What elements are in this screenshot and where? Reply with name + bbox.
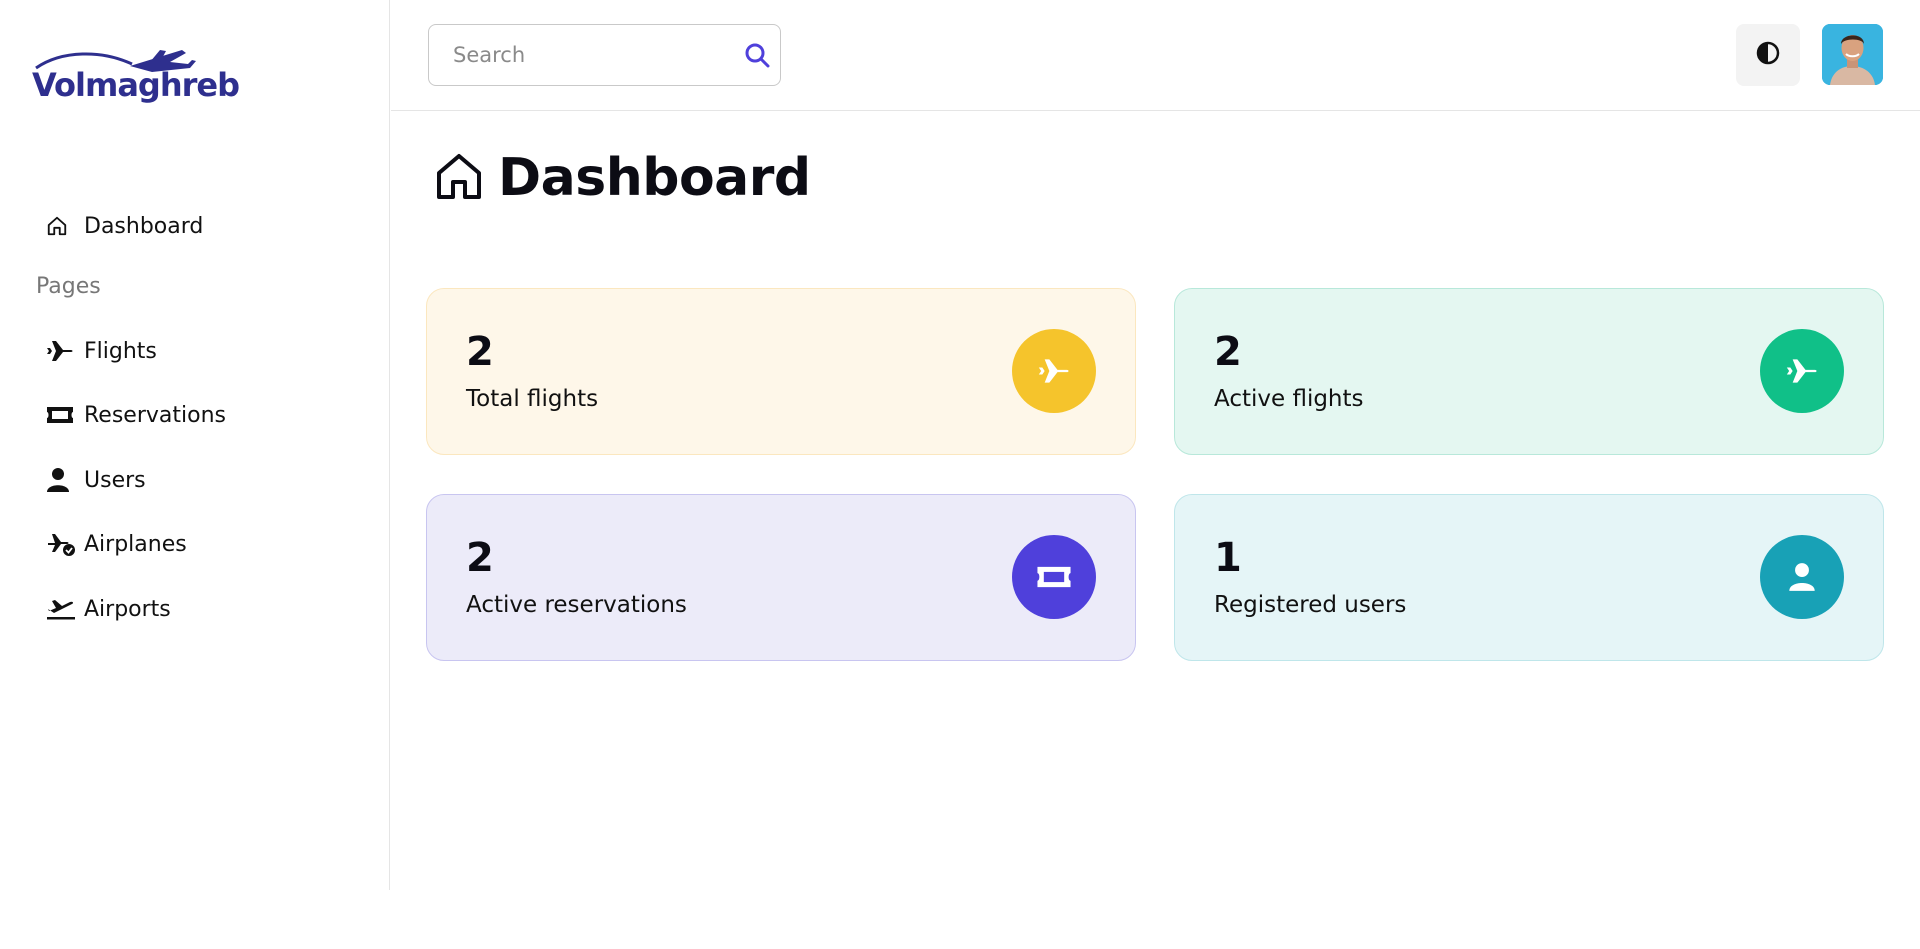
- page-title: Dashboard: [434, 148, 811, 208]
- sidebar-section-label: Pages: [36, 274, 101, 299]
- sidebar: Volmaghreb Dashboard Pages Flights Reser…: [0, 0, 390, 890]
- user-icon: [1760, 535, 1844, 619]
- sidebar-item-users[interactable]: Users: [46, 460, 146, 500]
- sidebar-item-airplanes[interactable]: Airplanes: [46, 524, 187, 564]
- stat-label: Active flights: [1214, 386, 1364, 412]
- stat-card-total-flights[interactable]: 2 Total flights: [426, 288, 1136, 455]
- avatar[interactable]: [1822, 24, 1883, 85]
- sidebar-item-label: Airplanes: [84, 531, 187, 557]
- sidebar-item-flights[interactable]: Flights: [46, 331, 157, 371]
- search-icon[interactable]: [744, 42, 770, 68]
- stat-value: 2: [466, 329, 494, 375]
- user-avatar-icon: [1822, 24, 1883, 85]
- sidebar-item-label: Airports: [84, 596, 171, 622]
- ticket-icon: [46, 402, 76, 428]
- plane-departure-icon: [46, 596, 76, 622]
- stat-value: 1: [1214, 535, 1242, 581]
- plane-icon: [1012, 329, 1096, 413]
- sidebar-item-label: Reservations: [84, 402, 226, 428]
- stat-card-registered-users[interactable]: 1 Registered users: [1174, 494, 1884, 661]
- user-icon: [46, 467, 76, 493]
- theme-toggle-button[interactable]: [1736, 24, 1800, 86]
- stat-card-active-reservations[interactable]: 2 Active reservations: [426, 494, 1136, 661]
- stat-value: 2: [466, 535, 494, 581]
- sidebar-item-airports[interactable]: Airports: [46, 589, 171, 629]
- sidebar-item-reservations[interactable]: Reservations: [46, 395, 226, 435]
- stat-value: 2: [1214, 329, 1242, 375]
- sidebar-item-dashboard[interactable]: Dashboard: [46, 206, 203, 246]
- airplane-check-icon: [46, 531, 76, 557]
- search-box: [428, 24, 781, 86]
- sidebar-item-label: Flights: [84, 338, 157, 364]
- home-icon: [46, 213, 76, 239]
- top-bar: [391, 0, 1920, 111]
- plane-icon: [46, 338, 76, 364]
- search-input[interactable]: [429, 25, 729, 85]
- contrast-icon: [1755, 40, 1781, 70]
- page-title-text: Dashboard: [498, 148, 811, 208]
- plane-icon: [1760, 329, 1844, 413]
- brand-name: Volmaghreb: [32, 66, 240, 104]
- ticket-icon: [1012, 535, 1096, 619]
- stat-label: Registered users: [1214, 592, 1407, 618]
- home-icon: [434, 151, 484, 205]
- stat-label: Active reservations: [466, 592, 687, 618]
- stat-card-active-flights[interactable]: 2 Active flights: [1174, 288, 1884, 455]
- stat-label: Total flights: [466, 386, 599, 412]
- sidebar-item-label: Dashboard: [84, 213, 204, 239]
- brand-logo[interactable]: Volmaghreb: [32, 44, 240, 114]
- sidebar-item-label: Users: [84, 467, 146, 493]
